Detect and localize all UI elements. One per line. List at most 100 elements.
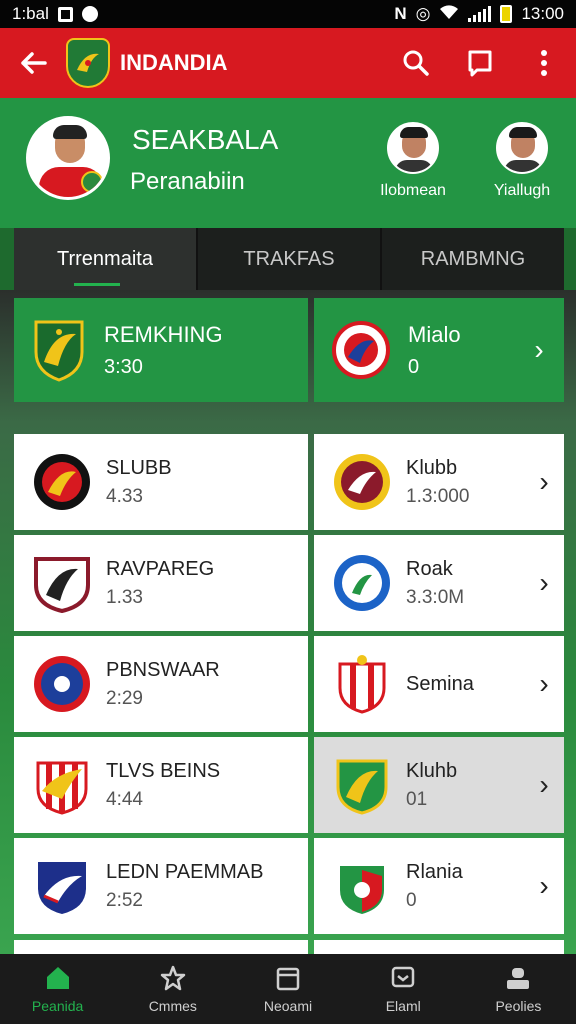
club-card[interactable]: LEDN PAEMMAB 2:52 (14, 838, 308, 934)
nav-messages[interactable]: Elaml (346, 954, 461, 1024)
friend-name: Ilobmean (380, 182, 446, 199)
signal-icon (468, 6, 492, 22)
nav-label: Peanida (31, 998, 84, 1014)
bookmark-button[interactable] (448, 28, 512, 98)
friend-photo (387, 122, 439, 174)
status-time-left: 1:bal (12, 4, 49, 23)
battery-icon (500, 5, 513, 23)
user-avatar[interactable] (26, 116, 110, 200)
stat-title: Mialo (408, 321, 461, 347)
app-title: INDANDIA (120, 50, 228, 75)
chevron-right-icon: › (534, 334, 544, 365)
search-button[interactable] (384, 28, 448, 98)
nav-label: Peolies (495, 998, 542, 1014)
club-name: TLVS BEINS (106, 759, 221, 782)
club-name: RAVPAREG (106, 557, 215, 580)
tab-trrenmaita[interactable]: Trrenmaita (14, 228, 196, 290)
home-icon (46, 967, 69, 989)
club-name: Kluhb (406, 759, 458, 782)
profile-header: SEAKBALA Peranabiin Ilobmean Yiallugh (0, 98, 576, 228)
friend-avatar[interactable]: Yiallugh (487, 122, 557, 200)
nav-games[interactable]: Cmmes (115, 954, 230, 1024)
nav-schedule[interactable]: Neoami (230, 954, 345, 1024)
club-logo-icon (38, 862, 86, 914)
club-name: Rlania (406, 860, 463, 883)
club-logo-icon (338, 655, 386, 714)
chevron-right-icon: › (539, 567, 549, 598)
club-badge-icon (332, 321, 390, 379)
club-name: Semina (406, 672, 474, 695)
team-badge-icon (81, 171, 103, 193)
friend-photo (496, 122, 548, 174)
nav-profile[interactable]: Peolies (461, 954, 576, 1024)
stat-value: 0 (408, 355, 420, 378)
stat-card-remkhing[interactable]: REMKHING 3:30 (14, 298, 308, 402)
back-arrow-icon (21, 52, 47, 74)
next-card-peek (14, 940, 308, 954)
alarm-icon: ◎ (415, 4, 431, 23)
club-logo-icon (340, 866, 384, 914)
nfc-icon: N (394, 4, 407, 23)
club-logo-icon (34, 454, 90, 510)
chevron-right-icon: › (539, 769, 549, 800)
chevron-right-icon: › (539, 668, 549, 699)
calendar-icon (276, 967, 300, 991)
club-card[interactable]: Rlania 0 › (314, 838, 564, 934)
club-name: LEDN PAEMMAB (106, 860, 264, 883)
content-area: REMKHING 3:30 Mialo 0 › SLUBB 4.33 RAVPAR… (0, 290, 576, 954)
club-logo-icon (36, 761, 88, 815)
status-bar: 1:bal N ◎ 13:00 (0, 0, 576, 28)
club-card[interactable]: Klubb 1.3:000 › (314, 434, 564, 530)
next-card-peek (314, 940, 564, 954)
back-button[interactable] (0, 28, 66, 98)
club-logo-icon (334, 555, 390, 611)
profile-subtitle: Peranabiin (130, 168, 245, 195)
chevron-right-icon: › (539, 870, 549, 901)
nav-home[interactable]: Peanida (0, 954, 115, 1024)
tab-trakfas[interactable]: TRAKFAS (196, 228, 380, 290)
club-card[interactable]: Kluhb 01 › (314, 737, 564, 833)
club-card[interactable]: SLUBB 4.33 (14, 434, 308, 530)
club-name: SLUBB (106, 456, 172, 479)
nav-label: Elaml (385, 998, 421, 1014)
message-square-icon (468, 50, 492, 77)
club-value: 3.3:0M (406, 586, 465, 608)
club-value: 2:52 (106, 889, 143, 911)
club-value: 0 (406, 889, 417, 911)
club-logo-icon (334, 454, 390, 510)
message-icon (391, 966, 415, 988)
club-logo-icon (34, 656, 90, 712)
profile-name: SEAKBALA (132, 124, 279, 155)
club-name: Klubb (406, 456, 458, 479)
club-value: 1.33 (106, 586, 143, 608)
team-crest-logo (66, 38, 110, 88)
club-card[interactable]: Roak 3.3:0M › (314, 535, 564, 631)
star-icon (160, 965, 186, 991)
stat-value: 3:30 (104, 355, 143, 378)
nav-label: Cmmes (148, 998, 197, 1014)
club-card[interactable]: PBNSWAAR 2:29 (14, 636, 308, 732)
search-icon (403, 50, 429, 76)
status-time-right: 13:00 (521, 4, 564, 23)
bottom-nav: Peanida Cmmes Neoami Elaml Peolies (0, 954, 576, 1024)
club-name: Roak (406, 557, 453, 580)
shield-crest-icon (32, 318, 86, 382)
club-value: 01 (406, 788, 428, 810)
tab-rambmng[interactable]: RAMBMNG (380, 228, 564, 290)
stat-title: REMKHING (104, 321, 223, 347)
stat-card-mialo[interactable]: Mialo 0 › (314, 298, 564, 402)
club-logo-icon (34, 557, 90, 613)
chevron-right-icon: › (539, 466, 549, 497)
club-value: 4.33 (106, 485, 143, 507)
friend-avatar[interactable]: Ilobmean (378, 122, 448, 200)
club-card[interactable]: Semina › (314, 636, 564, 732)
club-card[interactable]: TLVS BEINS 4:44 (14, 737, 308, 833)
wifi-icon (439, 4, 459, 25)
club-card[interactable]: RAVPAREG 1.33 (14, 535, 308, 631)
app-notification-icon (81, 6, 98, 22)
club-value: 1.3:000 (406, 485, 470, 507)
more-options-button[interactable] (512, 28, 576, 98)
club-value: 4:44 (106, 788, 143, 810)
tab-bar: Trrenmaita TRAKFAS RAMBMNG (14, 228, 564, 290)
nav-label: Neoami (263, 998, 313, 1014)
